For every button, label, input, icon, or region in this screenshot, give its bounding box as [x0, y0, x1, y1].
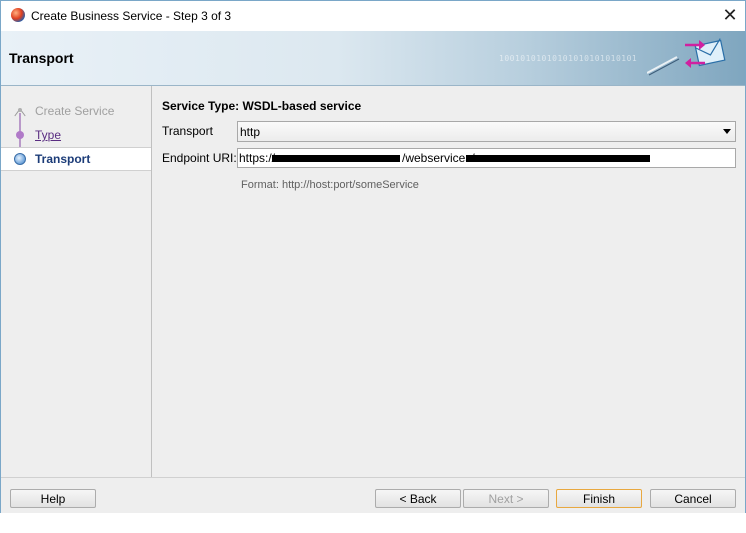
endpoint-uri-path: /webservices/ — [402, 151, 475, 165]
step-visited-icon — [16, 131, 24, 139]
help-button[interactable]: Help — [10, 489, 96, 508]
endpoint-uri-label: Endpoint URI: — [162, 151, 237, 165]
banner-binary-decoration: 10010101010101010101010101 — [499, 54, 638, 63]
endpoint-uri-prefix: https:// — [239, 151, 276, 165]
step-label[interactable]: Type — [35, 128, 61, 142]
page-title: Transport — [9, 50, 74, 66]
transport-label: Transport — [162, 124, 213, 138]
next-button[interactable]: Next > — [463, 489, 549, 508]
format-hint: Format: http://host:port/someService — [241, 179, 419, 191]
step-create-service: Create Service — [1, 100, 151, 122]
title-bar[interactable]: Create Business Service - Step 3 of 3 ✕ — [1, 1, 745, 31]
envelope-transport-icon — [647, 38, 726, 76]
step-label: Create Service — [35, 104, 115, 118]
cancel-button[interactable]: Cancel — [650, 489, 736, 508]
chevron-down-icon[interactable] — [723, 129, 731, 134]
app-icon — [11, 8, 25, 22]
redaction-bar — [466, 155, 650, 162]
step-transport: Transport — [1, 147, 151, 171]
transport-selected-value: http — [240, 125, 261, 139]
redaction-bar — [272, 155, 400, 162]
window-title: Create Business Service - Step 3 of 3 — [31, 9, 232, 23]
endpoint-uri-input[interactable]: https:// /webservices/ — [237, 148, 736, 168]
step-done-icon — [13, 108, 27, 118]
dialog-window: Create Business Service - Step 3 of 3 ✕ … — [0, 0, 746, 513]
wizard-steps-sidebar: Create Service Type Transport — [1, 86, 152, 477]
step-current-icon — [14, 153, 26, 165]
transport-form: Service Type: WSDL-based service Transpo… — [152, 86, 745, 477]
transport-select[interactable]: http — [237, 121, 736, 142]
back-button[interactable]: < Back — [375, 489, 461, 508]
step-type[interactable]: Type — [1, 124, 151, 146]
wizard-banner: Transport 10010101010101010101010101 — [1, 31, 745, 86]
step-label: Transport — [35, 152, 91, 166]
service-type-heading: Service Type: WSDL-based service — [162, 99, 362, 113]
finish-button[interactable]: Finish — [556, 489, 642, 508]
button-bar: Help < Back Next > Finish Cancel — [1, 477, 745, 513]
close-button[interactable]: ✕ — [719, 6, 741, 26]
